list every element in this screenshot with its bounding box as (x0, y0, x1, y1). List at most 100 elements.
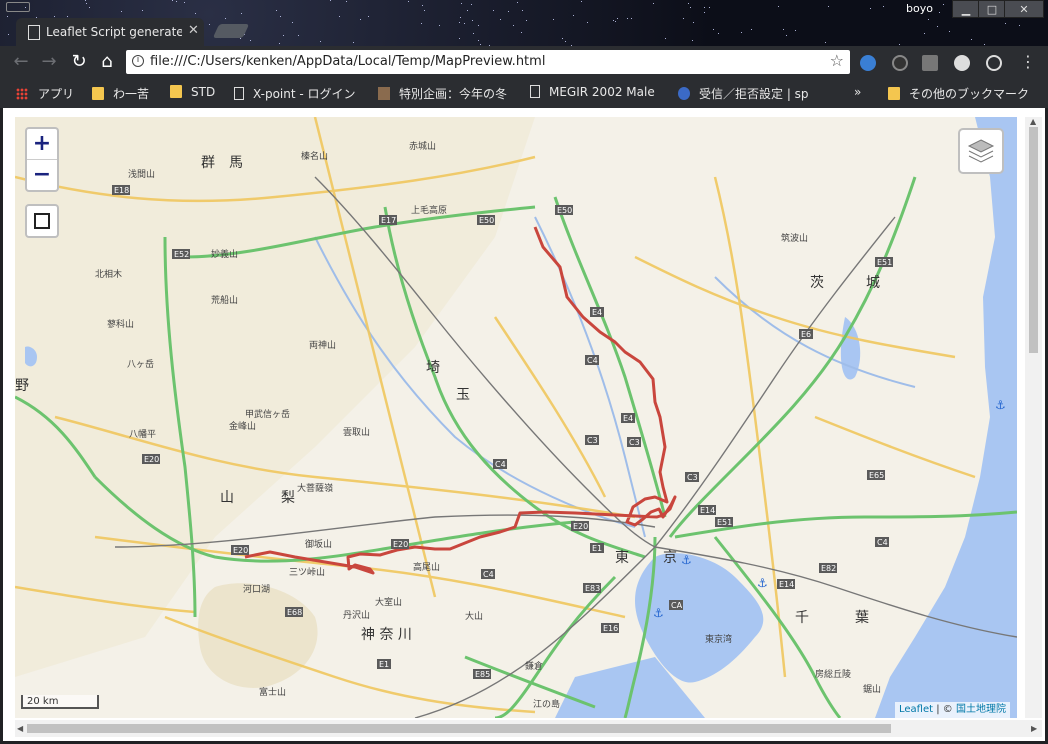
folder-icon (92, 87, 104, 100)
close-tab-icon[interactable]: ✕ (188, 23, 199, 38)
layers-control-button[interactable] (958, 128, 1004, 174)
svg-text:鋸山: 鋸山 (863, 683, 881, 695)
address-bar[interactable]: i file:///C:/Users/kenken/AppData/Local/… (126, 50, 850, 74)
new-tab-button[interactable] (212, 24, 250, 38)
fullscreen-button[interactable] (25, 204, 59, 238)
home-icon[interactable]: ⌂ (96, 51, 118, 73)
extension-box-icon[interactable] (922, 55, 938, 71)
star-decoration (142, 10, 143, 11)
svg-text:E6: E6 (801, 330, 811, 339)
star-decoration (899, 44, 900, 45)
star-decoration (704, 7, 705, 8)
map-tiles[interactable]: E18 E17 E50 E50 E4 E4 E6 E51 E52 E20 E20… (15, 117, 1017, 718)
vertical-scrollbar[interactable]: ▲ (1025, 117, 1042, 718)
bookmark-star-icon[interactable]: ☆ (830, 51, 844, 70)
page-icon (530, 85, 540, 98)
svg-text:富士山: 富士山 (259, 686, 286, 698)
svg-text:榛名山: 榛名山 (301, 150, 328, 162)
star-decoration (741, 32, 742, 33)
extension-e-icon[interactable] (860, 55, 876, 71)
star-decoration (587, 22, 588, 23)
bookmark-item[interactable]: 特別企画：今年の冬 (378, 85, 516, 102)
map-container[interactable]: E18 E17 E50 E50 E4 E4 E6 E51 E52 E20 E20… (15, 117, 1017, 718)
star-decoration (562, 38, 563, 39)
bookmark-label: STD (191, 85, 216, 99)
map-attribution: Leaflet | © 国土地理院 (895, 702, 1010, 718)
svg-text:⚓: ⚓ (681, 553, 692, 567)
bookmark-item[interactable]: わ一苦 (92, 85, 149, 102)
svg-text:玉: 玉 (456, 387, 470, 403)
star-decoration (225, 18, 226, 19)
star-decoration (513, 25, 514, 26)
star-decoration (751, 29, 752, 30)
svg-text:E51: E51 (877, 258, 892, 267)
star-decoration (240, 38, 241, 39)
star-decoration (971, 39, 972, 40)
url-text[interactable]: file:///C:/Users/kenken/AppData/Local/Te… (150, 54, 545, 69)
svg-text:雲取山: 雲取山 (343, 427, 370, 438)
minimize-button[interactable]: ▁ (952, 0, 980, 18)
svg-text:河口湖: 河口湖 (243, 583, 270, 595)
star-decoration (688, 3, 689, 4)
star-decoration (825, 42, 826, 43)
star-decoration (1005, 23, 1006, 24)
leaflet-link[interactable]: Leaflet (899, 704, 933, 715)
zoom-in-button[interactable]: + (27, 129, 57, 159)
vertical-scroll-thumb[interactable] (1029, 127, 1038, 353)
tab-active[interactable]: Leaflet Script generate ✕ (16, 18, 204, 46)
info-icon[interactable]: i (132, 55, 144, 67)
bookmark-label: アプリ (38, 87, 75, 101)
horizontal-scrollbar[interactable]: ◀ ▶ (15, 720, 1042, 737)
close-window-button[interactable]: ✕ (1004, 0, 1044, 18)
folder-icon (170, 85, 182, 98)
extension-circle-icon[interactable] (892, 55, 908, 71)
bookmark-label: わ一苦 (113, 87, 150, 101)
scroll-left-arrow-icon[interactable]: ◀ (17, 724, 23, 733)
maximize-button[interactable]: □ (978, 0, 1006, 18)
star-decoration (984, 44, 985, 45)
star-decoration (581, 1, 582, 2)
extension-gauge-icon[interactable] (986, 55, 1002, 71)
scroll-right-arrow-icon[interactable]: ▶ (1031, 724, 1037, 733)
forward-arrow-icon[interactable]: → (38, 51, 60, 73)
bookmark-apps[interactable]: アプリ (16, 85, 74, 102)
scroll-up-arrow-icon[interactable]: ▲ (1030, 117, 1036, 126)
star-decoration (690, 7, 691, 8)
star-decoration (478, 25, 479, 26)
gsi-link[interactable]: 国土地理院 (956, 704, 1006, 715)
bookmark-other[interactable]: その他のブックマーク (888, 85, 1029, 102)
svg-text:丹沢山: 丹沢山 (343, 609, 370, 621)
reload-icon[interactable]: ↻ (68, 51, 90, 73)
svg-text:E50: E50 (557, 206, 572, 215)
svg-text:C4: C4 (587, 356, 598, 365)
svg-text:E20: E20 (233, 546, 248, 555)
bookmark-item[interactable]: MEGIR 2002 Male (530, 85, 664, 99)
svg-text:⚓: ⚓ (653, 606, 664, 620)
bookmark-item[interactable]: 受信／拒否設定 | sp (678, 85, 818, 102)
back-arrow-icon[interactable]: ← (10, 51, 32, 73)
zoom-out-button[interactable]: − (27, 159, 57, 190)
star-decoration (292, 22, 293, 23)
svg-text:山: 山 (220, 490, 234, 506)
chrome-menu-icon[interactable]: ⋮ (1020, 52, 1036, 71)
star-decoration (176, 1, 177, 2)
bookmark-item[interactable]: STD (170, 85, 215, 99)
bookmark-item[interactable]: X-point - ログイン (234, 85, 356, 102)
horizontal-scroll-thumb[interactable] (27, 724, 891, 733)
extension-dot-icon[interactable] (954, 55, 970, 71)
svg-text:E65: E65 (869, 471, 884, 480)
svg-text:筑波山: 筑波山 (781, 232, 808, 244)
bookmarks-overflow-chevron[interactable]: » (854, 85, 861, 99)
star-decoration (346, 1, 347, 2)
user-name[interactable]: boyo (906, 2, 933, 15)
star-decoration (627, 18, 628, 19)
star-decoration (283, 35, 284, 36)
star-decoration (786, 35, 787, 36)
svg-text:E51: E51 (717, 518, 732, 527)
star-decoration (67, 16, 68, 17)
svg-text:妙義山: 妙義山 (211, 248, 238, 260)
star-decoration (526, 20, 527, 21)
svg-text:⚓: ⚓ (995, 398, 1006, 412)
svg-text:金峰山: 金峰山 (229, 420, 256, 432)
svg-text:C4: C4 (877, 538, 888, 547)
